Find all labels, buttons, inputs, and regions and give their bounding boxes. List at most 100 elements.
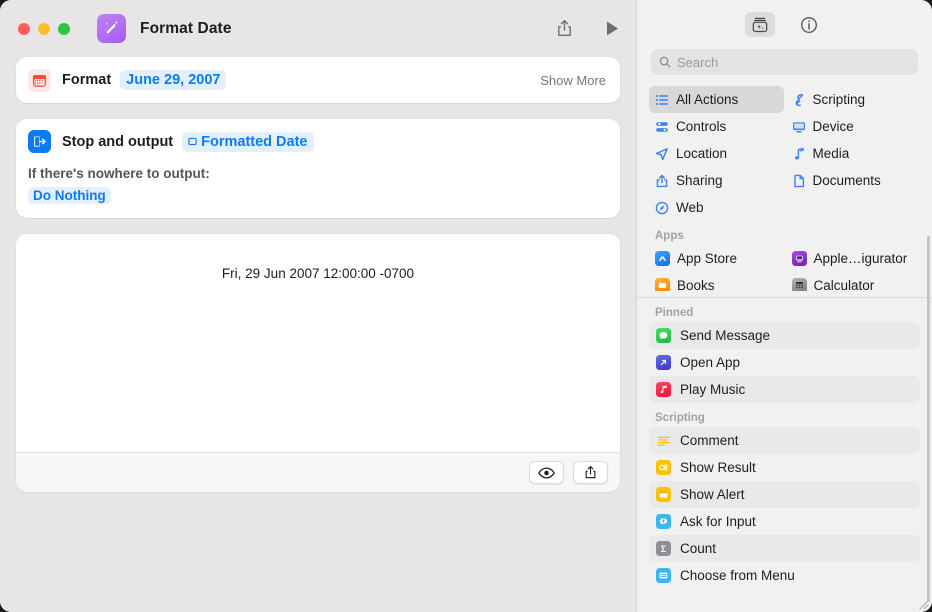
share-result-button[interactable] <box>573 461 608 484</box>
comment-icon <box>656 433 671 448</box>
apple-configurator-icon <box>791 251 807 266</box>
category-label: Device <box>812 119 854 134</box>
app-item-calculator[interactable]: Calculator <box>786 272 921 291</box>
zoom-button[interactable] <box>58 22 70 35</box>
list-item-comment[interactable]: Comment <box>649 427 920 454</box>
search-field[interactable] <box>651 49 918 75</box>
app-label: Apple…igurator <box>813 251 908 266</box>
app-label: App Store <box>677 251 738 266</box>
category-sharing[interactable]: Sharing <box>649 167 784 194</box>
list-item-open-app[interactable]: Open App <box>649 349 920 376</box>
info-button[interactable] <box>794 12 824 37</box>
action-library-sidebar: All Actions Scripting <box>636 0 932 612</box>
show-alert-icon <box>656 487 671 502</box>
window-controls <box>18 22 70 35</box>
location-arrow-icon <box>655 147 669 161</box>
sigma-icon: Σ <box>656 541 671 556</box>
category-label: Scripting <box>812 92 866 107</box>
list-item-label: Choose from Menu <box>680 568 795 583</box>
category-label: Web <box>676 200 704 215</box>
list-item-label: Ask for Input <box>680 514 756 529</box>
formatted-date-token[interactable]: Formatted Date <box>182 131 314 152</box>
preview-toolbar <box>16 452 620 492</box>
sidebar-toolbar <box>637 0 932 49</box>
music-note-icon <box>792 147 806 161</box>
category-scripting[interactable]: Scripting <box>786 86 921 113</box>
search-input[interactable] <box>677 54 910 70</box>
category-location[interactable]: Location <box>649 140 784 167</box>
quick-look-button[interactable] <box>529 461 564 484</box>
list-item-play-music[interactable]: Play Music <box>649 376 920 403</box>
minimize-button[interactable] <box>38 22 50 35</box>
messages-icon <box>656 328 671 343</box>
action-header: Stop and output Formatted Date <box>28 130 606 153</box>
list-item-label: Send Message <box>680 328 771 343</box>
category-documents[interactable]: Documents <box>786 167 921 194</box>
token-label: Formatted Date <box>201 133 308 150</box>
list-item-choose-from-menu[interactable]: Choose from Menu <box>649 562 920 589</box>
apps-grid: App Store Apple…igurator Books Calculato… <box>637 245 932 291</box>
category-media[interactable]: Media <box>786 140 921 167</box>
display-icon <box>792 120 806 134</box>
search-container <box>637 49 932 75</box>
app-item-app-store[interactable]: App Store <box>649 245 784 272</box>
category-all-actions[interactable]: All Actions <box>649 86 784 113</box>
ask-input-icon <box>656 514 671 529</box>
list-item-ask-for-input[interactable]: Ask for Input <box>649 508 920 535</box>
category-label: Location <box>676 146 728 161</box>
apps-section-title: Apps <box>655 230 684 242</box>
run-button[interactable] <box>598 16 626 42</box>
list-item-count[interactable]: Σ Count <box>649 535 920 562</box>
shortcut-editor-pane: Format Date Format June 29, 2007 Show Mo… <box>0 0 636 612</box>
shortcuts-window: Format Date Format June 29, 2007 Show Mo… <box>0 0 932 612</box>
action-title: Stop and output <box>62 133 174 150</box>
category-controls[interactable]: Controls <box>649 113 784 140</box>
show-result-icon <box>656 460 671 475</box>
pinned-section-title: Pinned <box>655 307 694 319</box>
title-bar: Format Date <box>0 0 636 57</box>
stop-output-icon <box>28 130 51 153</box>
app-store-icon <box>655 251 670 266</box>
list-item-send-message[interactable]: Send Message <box>649 322 920 349</box>
close-button[interactable] <box>18 22 30 35</box>
result-preview-card: Fri, 29 Jun 2007 12:00:00 -0700 <box>16 234 620 492</box>
document-icon <box>792 174 806 188</box>
variable-icon <box>188 137 197 146</box>
resize-grip[interactable] <box>917 598 929 610</box>
books-icon <box>655 278 670 291</box>
list-item-show-result[interactable]: Show Result <box>649 454 920 481</box>
action-card-stop-and-output[interactable]: Stop and output Formatted Date If there'… <box>16 119 620 218</box>
search-icon <box>659 56 671 68</box>
category-label: Sharing <box>676 173 723 188</box>
list-item-label: Count <box>680 541 717 556</box>
do-nothing-option[interactable]: Do Nothing <box>28 187 111 204</box>
scripting-icon <box>792 93 806 107</box>
app-item-books[interactable]: Books <box>649 272 784 291</box>
app-item-apple-configurator[interactable]: Apple…igurator <box>786 245 921 272</box>
share-icon <box>655 174 669 188</box>
action-title: Format <box>62 72 112 88</box>
share-button[interactable] <box>550 16 578 42</box>
category-label: All Actions <box>676 92 739 107</box>
list-item-label: Show Alert <box>680 487 745 502</box>
preview-content: Fri, 29 Jun 2007 12:00:00 -0700 <box>16 234 620 452</box>
list-item-show-alert[interactable]: Show Alert <box>649 481 920 508</box>
show-more-button[interactable]: Show More <box>540 73 606 88</box>
music-icon <box>656 382 671 397</box>
action-library-button[interactable] <box>745 12 775 37</box>
result-text: Fri, 29 Jun 2007 12:00:00 -0700 <box>221 266 415 281</box>
list-item-label: Comment <box>680 433 739 448</box>
app-label: Books <box>677 278 715 291</box>
category-device[interactable]: Device <box>786 113 921 140</box>
sidebar-scrollbar[interactable] <box>926 236 930 602</box>
category-label: Media <box>812 146 850 161</box>
list-item-label: Play Music <box>680 382 746 397</box>
list-item-label: Open App <box>680 355 741 370</box>
scripting-section-title: Scripting <box>655 412 705 424</box>
open-app-icon <box>656 355 671 370</box>
category-label: Controls <box>676 119 727 134</box>
action-card-format[interactable]: Format June 29, 2007 Show More <box>16 57 620 103</box>
compass-icon <box>655 201 669 215</box>
category-web[interactable]: Web <box>649 194 784 221</box>
date-token[interactable]: June 29, 2007 <box>120 70 227 90</box>
